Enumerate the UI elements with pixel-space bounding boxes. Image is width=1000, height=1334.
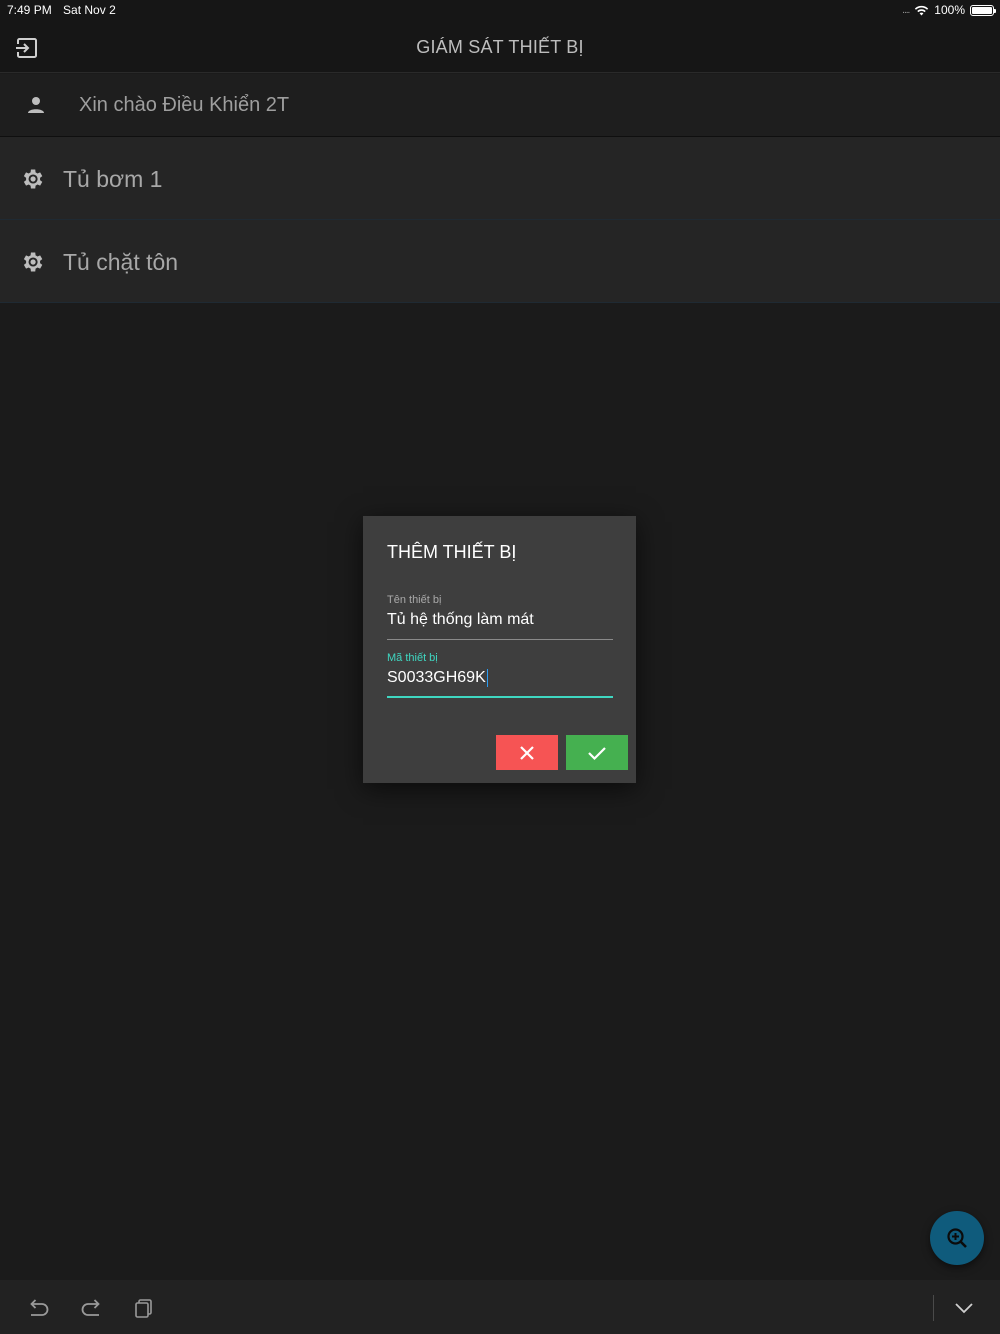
gear-icon	[23, 252, 43, 272]
device-name-label: Tên thiết bị	[387, 594, 442, 606]
check-icon	[588, 746, 606, 760]
status-left: 7:49 PM Sat Nov 2	[7, 3, 124, 17]
battery-icon	[970, 4, 996, 16]
battery-percent: 100%	[934, 3, 965, 17]
redo-button[interactable]	[78, 1295, 104, 1321]
status-bar: 7:49 PM Sat Nov 2 .... 100%	[0, 0, 1000, 22]
paste-icon	[135, 1299, 152, 1318]
redo-icon	[81, 1299, 100, 1316]
device-code-label: Mã thiết bị	[387, 652, 438, 664]
status-right: .... 100%	[902, 3, 996, 17]
device-code-input[interactable]: S0033GH69K	[387, 666, 613, 687]
greeting-row: Xin chào Điều Khiển 2T	[0, 74, 1000, 137]
dialog-title: THÊM THIẾT BỊ	[387, 542, 517, 562]
chevron-down-icon	[955, 1303, 973, 1314]
close-icon	[520, 745, 534, 760]
user-icon	[28, 97, 44, 113]
page-title: GIÁM SÁT THIẾT BỊ	[416, 37, 584, 57]
status-date: Sat Nov 2	[63, 3, 116, 17]
app-header: GIÁM SÁT THIẾT BỊ	[0, 22, 1000, 73]
gear-icon	[23, 169, 43, 189]
confirm-button[interactable]	[566, 735, 628, 770]
device-name-input[interactable]: Tủ hệ thống làm mát	[387, 608, 613, 629]
signal-dots: ....	[902, 4, 910, 16]
device-name-field[interactable]: Tên thiết bị Tủ hệ thống làm mát	[387, 594, 613, 640]
cancel-button[interactable]	[496, 735, 558, 770]
device-code-field[interactable]: Mã thiết bị S0033GH69K	[387, 652, 613, 698]
device-item-tu-bom-1[interactable]: Tủ bơm 1	[0, 137, 1000, 220]
wifi-icon	[915, 5, 929, 15]
dismiss-keyboard-button[interactable]	[951, 1295, 977, 1321]
paste-button[interactable]	[131, 1295, 157, 1321]
undo-button[interactable]	[26, 1295, 52, 1321]
add-device-fab[interactable]	[930, 1211, 984, 1265]
status-time: 7:49 PM	[7, 3, 52, 17]
toolbar-divider	[933, 1295, 934, 1321]
keyboard-toolbar	[0, 1280, 1000, 1334]
undo-icon	[30, 1299, 49, 1316]
device-label: Tủ chặt tôn	[63, 249, 179, 275]
device-code-value: S0033GH69K	[387, 669, 486, 687]
device-item-tu-chat-ton[interactable]: Tủ chặt tôn	[0, 220, 1000, 303]
add-device-dialog: THÊM THIẾT BỊ Tên thiết bị Tủ hệ thống l…	[363, 516, 636, 783]
text-caret	[486, 669, 488, 687]
zoom-in-icon	[947, 1228, 967, 1248]
greeting-text: Xin chào Điều Khiển 2T	[79, 94, 290, 116]
device-label: Tủ bơm 1	[63, 166, 163, 192]
